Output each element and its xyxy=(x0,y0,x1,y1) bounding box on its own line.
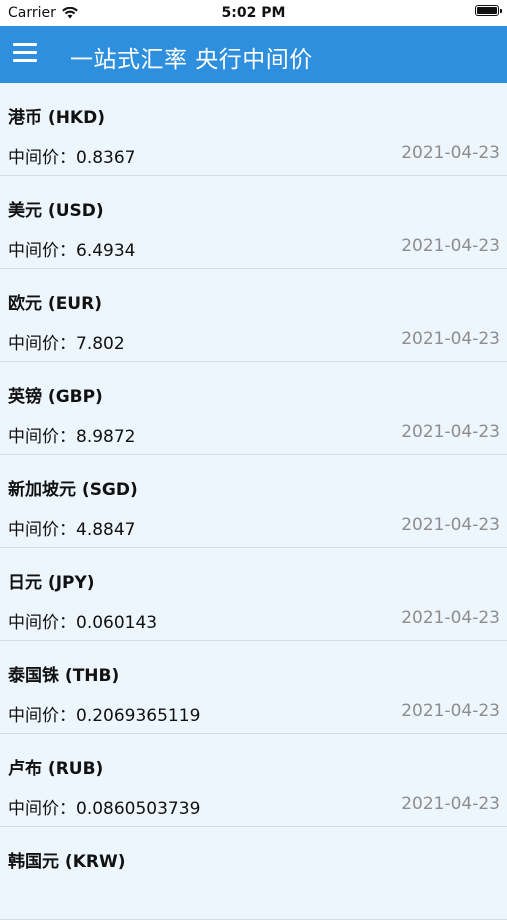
mid-price-value: 0.8367 xyxy=(76,148,136,168)
rate-date: 2021-04-23 xyxy=(401,236,500,256)
rate-date: 2021-04-23 xyxy=(401,515,500,535)
mid-price: 中间价：7.802 xyxy=(8,329,125,354)
status-time: 5:02 PM xyxy=(221,5,286,21)
status-bar: Carrier 5:02 PM xyxy=(0,0,507,26)
currency-name: 新加坡元 (SGD) xyxy=(8,480,138,500)
currency-name: 泰国铢 (THB) xyxy=(8,666,120,686)
mid-price: 中间价：0.0860503739 xyxy=(8,794,200,819)
list-item-jpy[interactable]: 日元 (JPY) 中间价：0.060143 2021-04-23 xyxy=(0,548,507,641)
mid-price: 中间价：0.060143 xyxy=(8,608,157,633)
mid-price-value: 6.4934 xyxy=(76,241,136,261)
list-item-rub[interactable]: 卢布 (RUB) 中间价：0.0860503739 2021-04-23 xyxy=(0,734,507,827)
rate-date: 2021-04-23 xyxy=(401,608,500,628)
mid-price: 中间价：0.8367 xyxy=(8,143,135,168)
mid-price-label: 中间价： xyxy=(8,520,76,540)
list-item-krw[interactable]: 韩国元 (KRW) xyxy=(0,827,507,920)
mid-price-label: 中间价： xyxy=(8,427,76,447)
list-item-thb[interactable]: 泰国铢 (THB) 中间价：0.2069365119 2021-04-23 xyxy=(0,641,507,734)
list-item-gbp[interactable]: 英镑 (GBP) 中间价：8.9872 2021-04-23 xyxy=(0,362,507,455)
currency-name: 英镑 (GBP) xyxy=(8,387,103,407)
mid-price-value: 0.2069365119 xyxy=(76,706,201,726)
list-item-eur[interactable]: 欧元 (EUR) 中间价：7.802 2021-04-23 xyxy=(0,269,507,362)
page-title: 一站式汇率 央行中间价 xyxy=(70,47,313,73)
currency-name: 韩国元 (KRW) xyxy=(8,852,126,872)
mid-price-value: 0.060143 xyxy=(76,613,158,633)
mid-price-label: 中间价： xyxy=(8,334,76,354)
mid-price: 中间价：8.9872 xyxy=(8,422,135,447)
rate-date: 2021-04-23 xyxy=(401,143,500,163)
list-item-sgd[interactable]: 新加坡元 (SGD) 中间价：4.8847 2021-04-23 xyxy=(0,455,507,548)
currency-name: 日元 (JPY) xyxy=(8,573,95,593)
menu-icon[interactable] xyxy=(13,43,37,63)
mid-price-value: 8.9872 xyxy=(76,427,136,447)
rate-date: 2021-04-23 xyxy=(401,422,500,442)
mid-price: 中间价：0.2069365119 xyxy=(8,701,200,726)
mid-price-label: 中间价： xyxy=(8,613,76,633)
status-right xyxy=(475,5,502,16)
mid-price-label: 中间价： xyxy=(8,799,76,819)
currency-name: 美元 (USD) xyxy=(8,201,104,221)
mid-price: 中间价：4.8847 xyxy=(8,515,135,540)
battery-icon xyxy=(475,5,502,16)
mid-price-value: 7.802 xyxy=(76,334,125,354)
list-item-hkd[interactable]: 港币 (HKD) 中间价：0.8367 2021-04-23 xyxy=(0,83,507,176)
currency-name: 港币 (HKD) xyxy=(8,108,105,128)
mid-price-value: 4.8847 xyxy=(76,520,136,540)
mid-price-label: 中间价： xyxy=(8,148,76,168)
list-item-usd[interactable]: 美元 (USD) 中间价：6.4934 2021-04-23 xyxy=(0,176,507,269)
mid-price-value: 0.0860503739 xyxy=(76,799,201,819)
rate-date: 2021-04-23 xyxy=(401,329,500,349)
mid-price-label: 中间价： xyxy=(8,706,76,726)
nav-bar: 一站式汇率 央行中间价 xyxy=(0,26,507,83)
rate-list: 港币 (HKD) 中间价：0.8367 2021-04-23 美元 (USD) … xyxy=(0,83,507,920)
currency-name: 欧元 (EUR) xyxy=(8,294,102,314)
rate-date: 2021-04-23 xyxy=(401,701,500,721)
rate-date: 2021-04-23 xyxy=(401,794,500,814)
currency-name: 卢布 (RUB) xyxy=(8,759,104,779)
mid-price: 中间价：6.4934 xyxy=(8,236,135,261)
mid-price-label: 中间价： xyxy=(8,241,76,261)
